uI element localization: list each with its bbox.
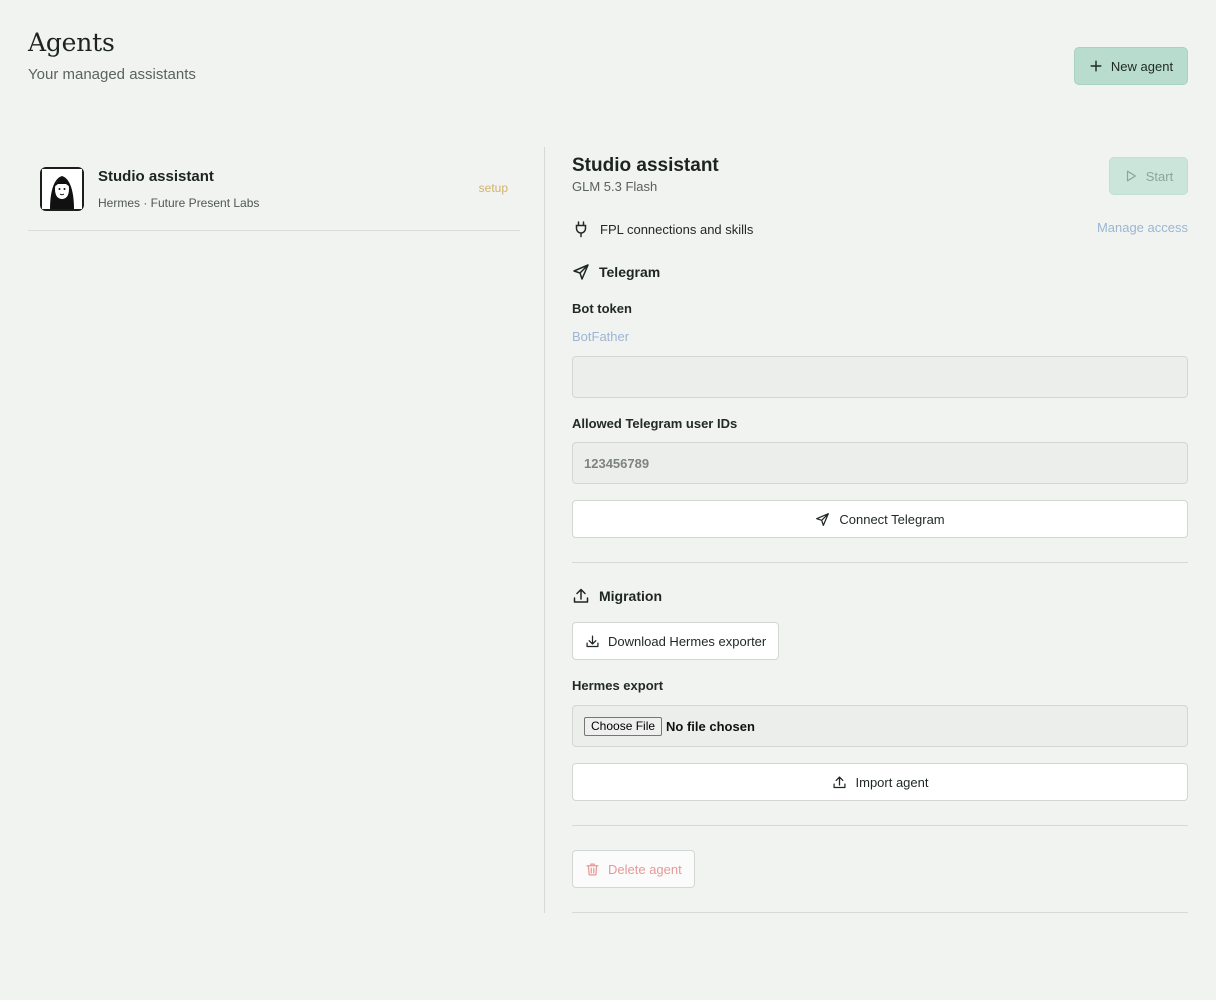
download-exporter-label: Download Hermes exporter [608, 633, 767, 649]
migration-heading-label: Migration [599, 588, 662, 604]
section-divider [572, 562, 1188, 563]
import-agent-button[interactable]: Import agent [572, 763, 1188, 801]
panel-divider [544, 147, 545, 913]
new-agent-button[interactable]: New agent [1074, 47, 1188, 85]
agent-list: Studio assistant Hermes · Future Present… [28, 147, 520, 231]
connect-telegram-label: Connect Telegram [839, 511, 945, 527]
send-icon [572, 263, 590, 281]
avatar [40, 166, 84, 211]
allowed-ids-label: Allowed Telegram user IDs [572, 416, 738, 431]
new-agent-label: New agent [1110, 58, 1174, 74]
plus-icon [1090, 60, 1102, 72]
allowed-ids-input[interactable] [572, 442, 1188, 484]
delete-agent-label: Delete agent [608, 861, 682, 877]
page-subtitle: Your managed assistants [28, 66, 196, 83]
hermes-export-file-input: Choose File No file chosen [572, 705, 1188, 747]
upload-icon [572, 587, 590, 605]
file-status: No file chosen [666, 718, 755, 734]
migration-heading: Migration [572, 587, 662, 605]
page-title: Agents [28, 28, 115, 57]
choose-file-button[interactable]: Choose File [584, 716, 663, 736]
detail-model: GLM 5.3 Flash [572, 179, 658, 194]
telegram-heading-label: Telegram [599, 264, 661, 280]
play-icon [1126, 170, 1136, 182]
download-exporter-button[interactable]: Download Hermes exporter [572, 622, 780, 660]
plug-icon [572, 220, 590, 238]
telegram-heading: Telegram [572, 263, 660, 281]
status-badge: setup [478, 181, 508, 195]
botfather-link[interactable]: BotFather [572, 329, 629, 344]
connect-telegram-button[interactable]: Connect Telegram [572, 500, 1188, 538]
start-label: Start [1145, 168, 1174, 184]
download-icon [586, 634, 599, 647]
section-divider [572, 912, 1188, 913]
trash-icon [586, 862, 599, 876]
import-agent-label: Import agent [855, 774, 929, 790]
agent-subtitle: Hermes · Future Present Labs [98, 195, 260, 210]
start-button[interactable]: Start [1109, 157, 1188, 195]
detail-title: Studio assistant [572, 155, 719, 176]
agent-list-item[interactable]: Studio assistant Hermes · Future Present… [28, 147, 520, 231]
manage-access-link[interactable]: Manage access [1097, 220, 1188, 235]
send-icon [816, 512, 830, 526]
access-label: FPL connections and skills [600, 221, 754, 237]
upload-icon [832, 775, 846, 788]
agent-name: Studio assistant [98, 167, 214, 185]
bot-token-label: Bot token [572, 301, 632, 316]
bot-token-input[interactable] [572, 356, 1188, 398]
section-divider [572, 825, 1188, 826]
delete-agent-button[interactable]: Delete agent [572, 850, 695, 888]
access-row: FPL connections and skills Manage access [572, 219, 1188, 239]
hermes-export-label: Hermes export [572, 678, 664, 693]
